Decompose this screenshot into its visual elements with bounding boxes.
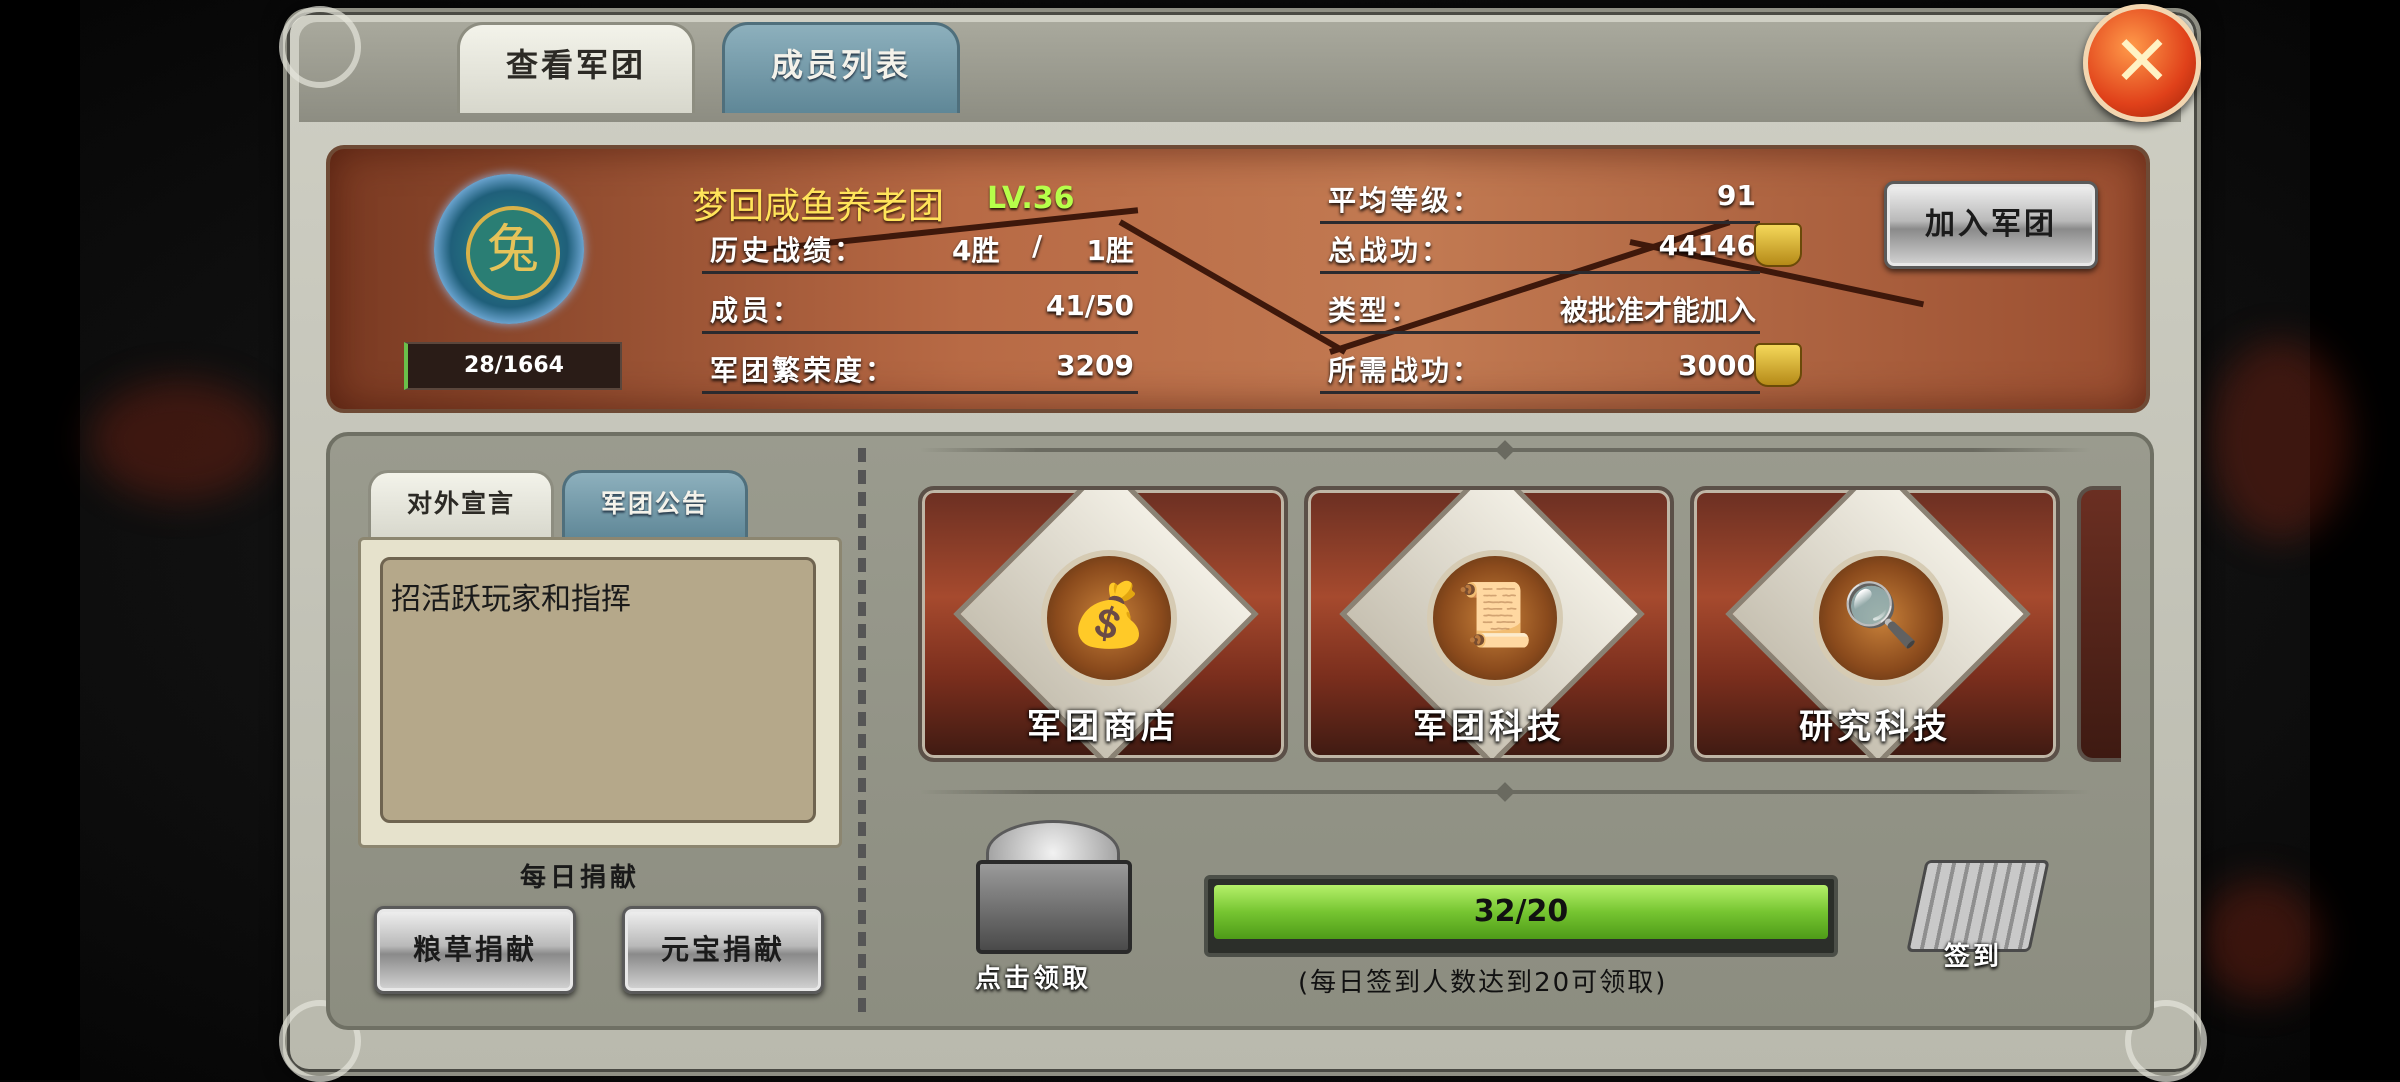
gold-donate-button[interactable]: 元宝捐献 bbox=[622, 906, 824, 994]
required-power-row: 所需战功： 3000 bbox=[1320, 345, 1760, 394]
close-button[interactable]: ✕ bbox=[2083, 4, 2201, 122]
rabbit-emblem-icon: 兔 bbox=[466, 206, 560, 300]
prosperity-value: 3209 bbox=[1056, 349, 1134, 382]
members-row: 成员： 41/50 bbox=[702, 285, 1138, 334]
tab-public-declaration[interactable]: 对外宣言 bbox=[368, 470, 554, 539]
avg-level-label: 平均等级： bbox=[1328, 184, 1484, 217]
notice-content: 招活跃玩家和指挥 bbox=[380, 557, 816, 823]
required-power-label: 所需战功： bbox=[1328, 354, 1484, 387]
magnifier-scroll-icon: 🔍 bbox=[1813, 550, 1949, 686]
scroll-icon: 📜 bbox=[1427, 550, 1563, 686]
background-ember bbox=[2200, 880, 2320, 1000]
prosperity-label: 军团繁荣度： bbox=[710, 354, 897, 387]
guild-shop-label: 军团商店 bbox=[1027, 707, 1179, 747]
guild-tech-label: 军团科技 bbox=[1413, 707, 1565, 747]
total-power-row: 总战功： 44146 bbox=[1320, 225, 1760, 274]
type-row: 类型： 被批准才能加入 bbox=[1320, 285, 1760, 334]
money-bag-icon: 💰 bbox=[1041, 550, 1177, 686]
members-value: 41/50 bbox=[1045, 289, 1134, 322]
checkin-progress-bar: 32/20 bbox=[1204, 875, 1838, 957]
grain-donate-button[interactable]: 粮草捐献 bbox=[374, 906, 576, 994]
history-row: 历史战绩： 4胜 / 1胜 bbox=[702, 225, 1138, 274]
progress-text: 32/20 bbox=[1473, 894, 1569, 929]
claim-reward-label[interactable]: 点击领取 bbox=[975, 958, 1091, 995]
tab-view-guild[interactable]: 查看军团 bbox=[457, 22, 695, 113]
chest-body bbox=[976, 860, 1132, 954]
panel-divider bbox=[858, 448, 866, 1013]
guild-shop-card[interactable]: 💰 军团商店 bbox=[918, 486, 1288, 762]
guild-name: 梦回咸鱼养老团 bbox=[692, 186, 945, 227]
history-wins-2: 1胜 bbox=[1086, 234, 1134, 267]
bronze-cauldron-icon bbox=[1754, 343, 1802, 387]
guild-level: LV.36 bbox=[987, 181, 1075, 216]
total-power-label: 总战功： bbox=[1328, 234, 1453, 267]
avg-level-value: 91 bbox=[1717, 179, 1756, 212]
history-separator: / bbox=[1032, 229, 1043, 262]
right-letterbox bbox=[2310, 0, 2400, 1080]
corner-ornament bbox=[279, 6, 361, 88]
daily-donation-title: 每日捐献 bbox=[520, 863, 641, 893]
tab-member-list[interactable]: 成员列表 bbox=[722, 22, 960, 113]
history-wins: 4胜 bbox=[952, 234, 1000, 267]
background-ember bbox=[2210, 340, 2350, 540]
guild-emblem: 兔 bbox=[434, 174, 584, 324]
guild-info-banner: 兔 28/1664 梦回咸鱼养老团 LV.36 历史战绩： 4胜 / 1胜 成员… bbox=[326, 145, 2150, 413]
avg-level-row: 平均等级： 91 bbox=[1320, 175, 1760, 224]
guild-exp: 28/1664 bbox=[404, 342, 622, 390]
history-label: 历史战绩： bbox=[710, 234, 866, 267]
treasure-chest-icon[interactable] bbox=[966, 810, 1134, 954]
total-power-value: 44146 bbox=[1658, 229, 1756, 262]
type-value: 被批准才能加入 bbox=[1559, 294, 1756, 327]
close-icon: ✕ bbox=[2112, 20, 2172, 102]
notice-panel: 招活跃玩家和指挥 bbox=[358, 537, 842, 848]
next-feature-card-partial[interactable] bbox=[2077, 486, 2121, 762]
checkin-note: (每日签到人数达到20可领取) bbox=[1298, 968, 1668, 998]
guild-tech-card[interactable]: 📜 军团科技 bbox=[1304, 486, 1674, 762]
research-tech-card[interactable]: 🔍 研究科技 bbox=[1690, 486, 2060, 762]
prosperity-row: 军团繁荣度： 3209 bbox=[702, 345, 1138, 394]
signin-button[interactable]: 签到 bbox=[1906, 846, 2056, 972]
map-crack bbox=[1118, 219, 1347, 355]
research-tech-label: 研究科技 bbox=[1799, 707, 1951, 747]
type-label: 类型： bbox=[1328, 294, 1422, 327]
join-guild-button[interactable]: 加入军团 bbox=[1884, 181, 2098, 269]
signin-label: 签到 bbox=[1944, 942, 2003, 972]
background-ember bbox=[90, 380, 270, 500]
members-label: 成员： bbox=[710, 294, 804, 327]
tab-guild-announcement[interactable]: 军团公告 bbox=[562, 470, 748, 539]
left-letterbox bbox=[0, 0, 80, 1080]
required-power-value: 3000 bbox=[1678, 349, 1756, 382]
bronze-cauldron-icon bbox=[1754, 223, 1802, 267]
